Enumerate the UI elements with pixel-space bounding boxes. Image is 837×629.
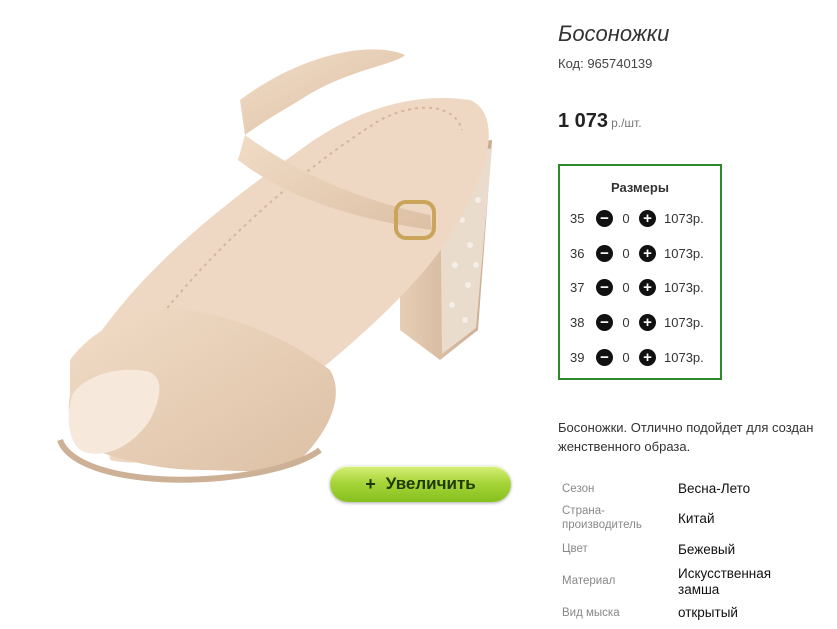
size-row: 38 − 0 + 1073р. [570,312,704,332]
plus-icon[interactable]: + [639,348,656,366]
plus-icon[interactable]: + [639,244,656,262]
size-number: 36 [570,245,585,261]
property-label: Цвет [562,542,672,556]
size-quantity: 0 [622,245,630,261]
product-description: Босоножки. Отлично подойдет для создан ж… [558,418,837,456]
property-label: Страна-производитель [562,504,672,532]
product-title: Босоножки [558,21,670,46]
price-amount: 1 073 [558,110,609,132]
size-quantity: 0 [622,210,630,226]
size-row: 36 − 0 + 1073р. [570,243,704,263]
property-label-line: Сезон [562,483,595,495]
plus-icon: + [365,473,376,494]
sizes-title: Размеры [611,180,669,195]
size-number: 37 [570,279,585,295]
property-value: открытый [678,605,738,621]
property-label: Сезон [562,482,672,496]
product-code: Код: 965740139 [558,56,653,71]
size-row: 35 − 0 + 1073р. [570,208,704,228]
property-value-line: открытый [678,605,738,620]
plus-icon[interactable]: + [639,313,656,331]
size-price: 1073р. [664,349,704,365]
size-number: 35 [570,210,585,226]
product-image[interactable] [0,0,540,500]
size-number: 39 [570,349,585,365]
minus-icon[interactable]: − [596,278,613,296]
size-price: 1073р. [664,245,704,261]
description-line: женственного образа. [558,439,691,454]
size-price: 1073р. [664,314,704,330]
zoom-button-label: Увеличить [385,474,476,493]
minus-icon[interactable]: − [596,313,613,331]
property-label-line: Страна- [562,505,605,517]
property-value-line: Бежевый [678,542,736,557]
property-value-line: Китай [678,511,715,526]
property-value-line: Искусственная [678,566,772,581]
size-row: 39 − 0 + 1073р. [570,347,704,367]
size-quantity: 0 [622,279,630,295]
size-quantity: 0 [622,349,630,365]
property-value: Искусственная замша [678,566,771,598]
property-value: Бежевый [678,542,735,558]
minus-icon[interactable]: − [596,244,613,262]
zoom-button[interactable]: + Увеличить [330,466,511,502]
size-number: 38 [570,314,585,330]
plus-icon[interactable]: + [639,278,656,296]
property-label-line: Цвет [562,543,588,555]
plus-icon[interactable]: + [639,209,656,227]
sizes-panel: Размеры 35 − 0 + 1073р. 36 − 0 + 1073р. … [558,164,722,380]
property-value: Китай [678,511,715,527]
property-label-line: Материал [562,575,616,587]
minus-icon[interactable]: − [596,348,613,366]
property-value-line: Весна-Лето [678,481,751,496]
property-label-line: Вид мыска [562,607,620,619]
size-price: 1073р. [664,210,704,226]
price-unit: р./шт. [611,116,642,130]
size-row: 37 − 0 + 1073р. [570,277,704,297]
property-value: Весна-Лето [678,481,750,497]
property-value-line: замша [678,582,720,597]
description-line: Босоножки. Отлично подойдет для создан [558,420,814,435]
property-label: Вид мыска [562,606,672,620]
property-label: Материал [562,574,672,588]
size-price: 1073р. [664,279,704,295]
property-label-line: производитель [562,519,642,531]
minus-icon[interactable]: − [596,209,613,227]
product-price: 1 073 р./шт. [558,110,642,133]
size-quantity: 0 [622,314,630,330]
